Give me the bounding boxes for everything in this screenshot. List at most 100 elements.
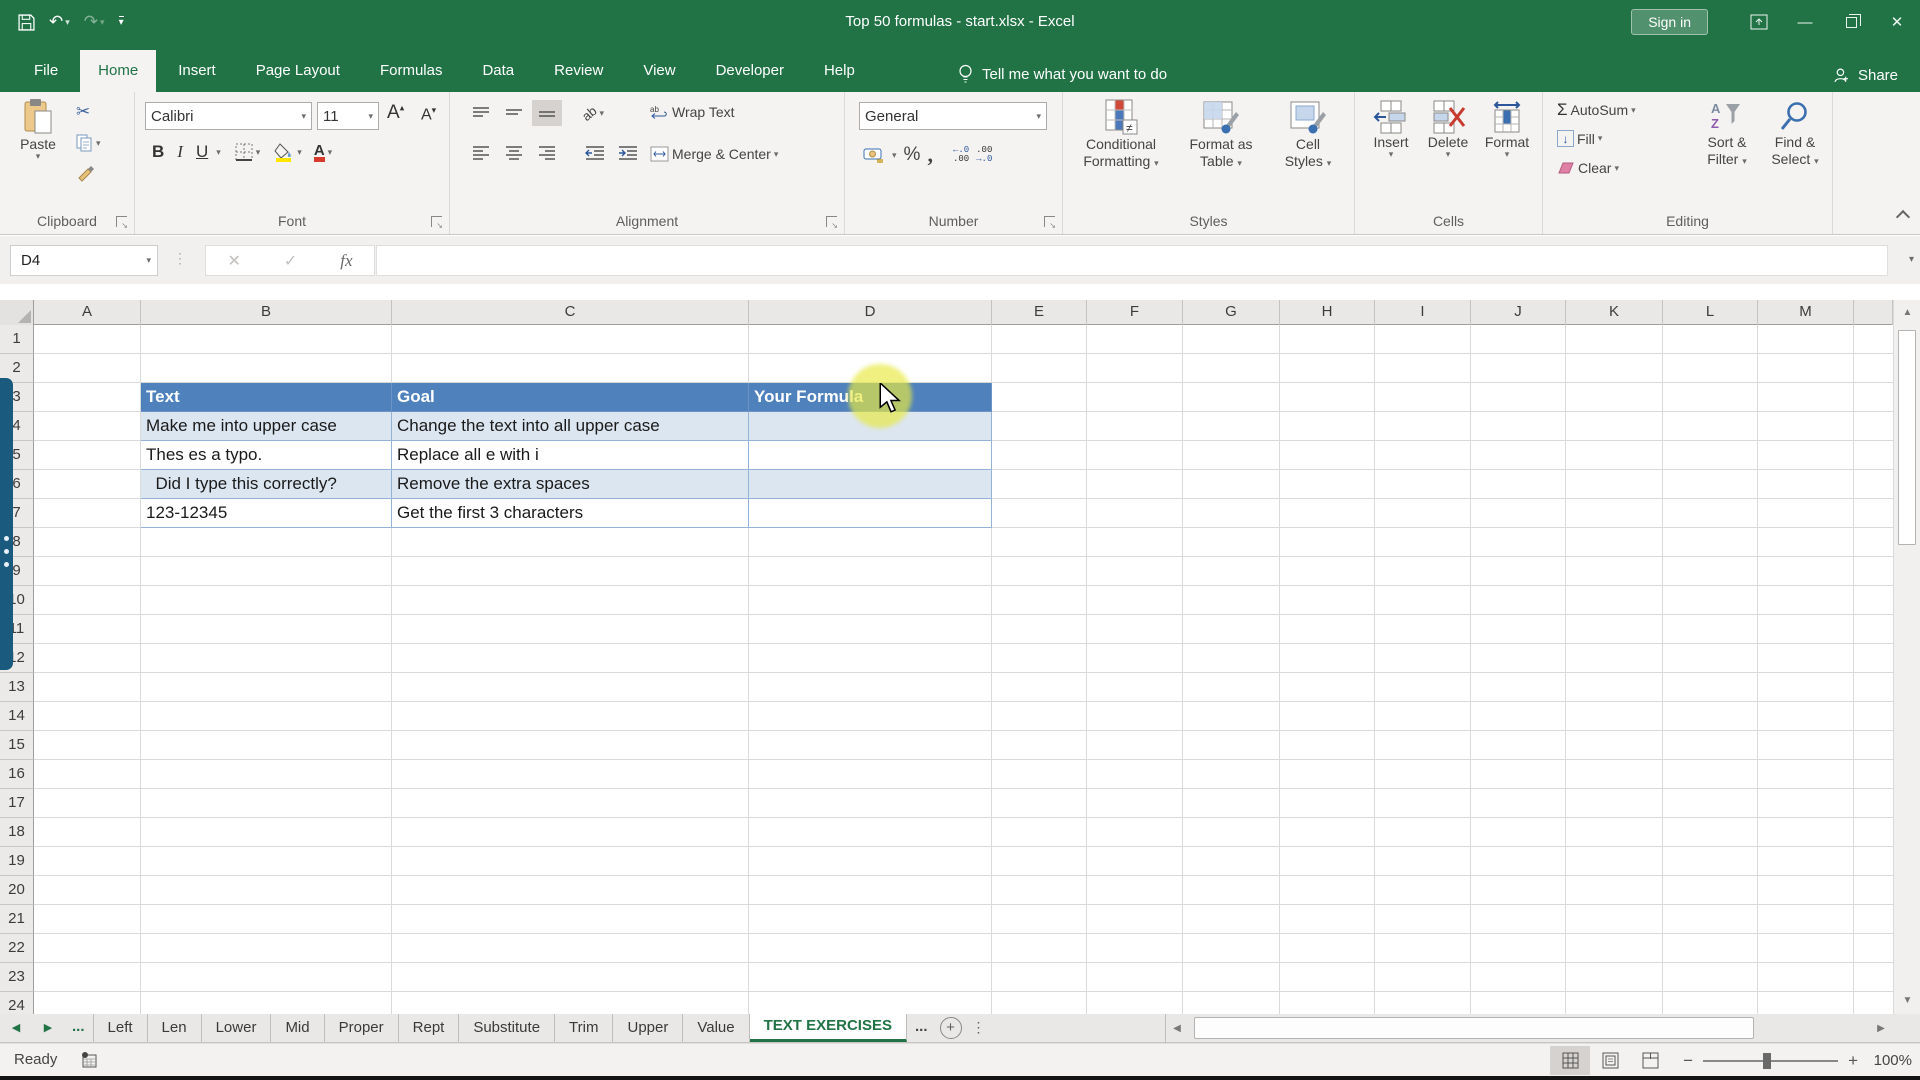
cell-I15[interactable] — [1375, 731, 1471, 760]
borders-caret[interactable]: ▾ — [256, 148, 261, 157]
ribbon-display-options-icon[interactable] — [1736, 0, 1782, 44]
tab-bar-more-icon[interactable]: ⋮ — [968, 1014, 990, 1042]
cell-I23[interactable] — [1375, 963, 1471, 992]
cell-C18[interactable] — [392, 818, 749, 847]
cell-F3[interactable] — [1087, 383, 1183, 412]
cell-F23[interactable] — [1087, 963, 1183, 992]
font-color-caret[interactable]: ▾ — [328, 148, 333, 157]
cell-J10[interactable] — [1471, 586, 1566, 615]
cell-E5[interactable] — [992, 441, 1087, 470]
cell-L14[interactable] — [1663, 702, 1758, 731]
cell-K1[interactable] — [1566, 325, 1663, 354]
decrease-indent-icon[interactable] — [580, 140, 610, 166]
cell-G11[interactable] — [1183, 615, 1280, 644]
cell-E12[interactable] — [992, 644, 1087, 673]
cell-M19[interactable] — [1758, 847, 1854, 876]
column-header-E[interactable]: E — [992, 300, 1087, 325]
cell-F7[interactable] — [1087, 499, 1183, 528]
cell-A23[interactable] — [34, 963, 141, 992]
cell-D18[interactable] — [749, 818, 992, 847]
cell-B17[interactable] — [141, 789, 392, 818]
cell-C1[interactable] — [392, 325, 749, 354]
cell-D16[interactable] — [749, 760, 992, 789]
cell-K18[interactable] — [1566, 818, 1663, 847]
cell-K11[interactable] — [1566, 615, 1663, 644]
sheet-tab-text-exercises[interactable]: TEXT EXERCISES — [750, 1014, 907, 1042]
column-header-G[interactable]: G — [1183, 300, 1280, 325]
cell-I1[interactable] — [1375, 325, 1471, 354]
zoom-in-icon[interactable]: + — [1848, 1051, 1858, 1071]
cell-F4[interactable] — [1087, 412, 1183, 441]
cell-J1[interactable] — [1471, 325, 1566, 354]
cell-I2[interactable] — [1375, 354, 1471, 383]
cell-I20[interactable] — [1375, 876, 1471, 905]
row-header-13[interactable]: 13 — [0, 673, 34, 702]
cell-E3[interactable] — [992, 383, 1087, 412]
copy-icon[interactable]: ▾ — [76, 134, 101, 152]
cell-C23[interactable] — [392, 963, 749, 992]
cell-K22[interactable] — [1566, 934, 1663, 963]
collapse-ribbon-icon[interactable] — [1896, 210, 1910, 224]
cell-K2[interactable] — [1566, 354, 1663, 383]
sheet-tab-trim[interactable]: Trim — [555, 1014, 613, 1042]
cell-G17[interactable] — [1183, 789, 1280, 818]
cell-B5[interactable]: Thes es a typo. — [141, 441, 392, 470]
sheet-tab-len[interactable]: Len — [148, 1014, 202, 1042]
row-header-20[interactable]: 20 — [0, 876, 34, 905]
cell-G23[interactable] — [1183, 963, 1280, 992]
cell-C20[interactable] — [392, 876, 749, 905]
cell-J23[interactable] — [1471, 963, 1566, 992]
cell-M10[interactable] — [1758, 586, 1854, 615]
cell-K23[interactable] — [1566, 963, 1663, 992]
cell-C12[interactable] — [392, 644, 749, 673]
underline-caret[interactable]: ▾ — [216, 148, 221, 157]
cell-J14[interactable] — [1471, 702, 1566, 731]
cell-J11[interactable] — [1471, 615, 1566, 644]
name-box[interactable]: D4 ▾ — [10, 245, 158, 276]
cell-A2[interactable] — [34, 354, 141, 383]
cell-H5[interactable] — [1280, 441, 1375, 470]
cell-K9[interactable] — [1566, 557, 1663, 586]
cell-E17[interactable] — [992, 789, 1087, 818]
scroll-down-icon[interactable]: ▼ — [1894, 988, 1920, 1014]
row-header-22[interactable]: 22 — [0, 934, 34, 963]
cell-F18[interactable] — [1087, 818, 1183, 847]
merge-center-button[interactable]: Merge & Center ▾ — [650, 146, 778, 162]
cell-I19[interactable] — [1375, 847, 1471, 876]
cell-C21[interactable] — [392, 905, 749, 934]
cell-M22[interactable] — [1758, 934, 1854, 963]
decrease-decimal-icon[interactable]: .00→.0 — [976, 146, 992, 164]
cut-icon[interactable]: ✂ — [76, 102, 90, 122]
cell-L11[interactable] — [1663, 615, 1758, 644]
cell-H15[interactable] — [1280, 731, 1375, 760]
cell-A10[interactable] — [34, 586, 141, 615]
cell-F16[interactable] — [1087, 760, 1183, 789]
cell-I16[interactable] — [1375, 760, 1471, 789]
increase-font-icon[interactable]: A▴ — [387, 102, 404, 124]
cell-B14[interactable] — [141, 702, 392, 731]
format-cells-button[interactable]: Format ▾ — [1479, 100, 1535, 159]
cell-B4[interactable]: Make me into upper case — [141, 412, 392, 441]
cell-E1[interactable] — [992, 325, 1087, 354]
cell-A16[interactable] — [34, 760, 141, 789]
cell-D5[interactable] — [749, 441, 992, 470]
cell-A15[interactable] — [34, 731, 141, 760]
cell-M12[interactable] — [1758, 644, 1854, 673]
cell-I9[interactable] — [1375, 557, 1471, 586]
number-dialog-launcher[interactable] — [1044, 216, 1055, 227]
cell-J9[interactable] — [1471, 557, 1566, 586]
enter-icon[interactable]: ✓ — [284, 251, 297, 271]
cell-H13[interactable] — [1280, 673, 1375, 702]
cell-I3[interactable] — [1375, 383, 1471, 412]
cell-L3[interactable] — [1663, 383, 1758, 412]
cell-F12[interactable] — [1087, 644, 1183, 673]
sort-filter-button[interactable]: AZ Sort &Filter ▾ — [1695, 100, 1759, 168]
row-header-23[interactable]: 23 — [0, 963, 34, 992]
cell-L1[interactable] — [1663, 325, 1758, 354]
cell-L6[interactable] — [1663, 470, 1758, 499]
cell-J16[interactable] — [1471, 760, 1566, 789]
cell-A5[interactable] — [34, 441, 141, 470]
fill-button[interactable]: ↓ Fill ▾ — [1557, 130, 1602, 147]
cell-K8[interactable] — [1566, 528, 1663, 557]
cell-B15[interactable] — [141, 731, 392, 760]
